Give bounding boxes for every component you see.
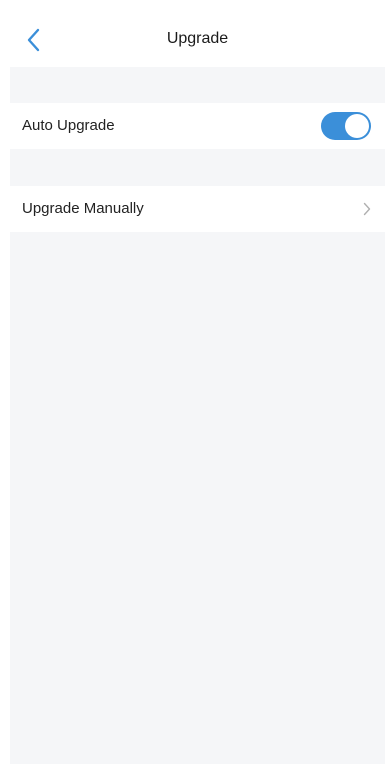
page-title: Upgrade [166, 30, 229, 47]
chevron-left-icon [27, 28, 40, 52]
navigation-bar: Upgrade [10, 11, 385, 67]
auto-upgrade-row: Auto Upgrade [10, 103, 385, 149]
upgrade-manually-label: Upgrade Manually [22, 200, 144, 217]
back-button[interactable] [18, 25, 48, 55]
toggle-knob [345, 114, 369, 138]
upgrade-manually-row[interactable]: Upgrade Manually [10, 186, 385, 232]
auto-upgrade-label: Auto Upgrade [22, 117, 115, 134]
upgrade-screen: Upgrade Auto Upgrade Upgrade Manually [10, 11, 385, 764]
auto-upgrade-toggle[interactable] [321, 112, 371, 140]
chevron-right-icon [363, 202, 371, 216]
